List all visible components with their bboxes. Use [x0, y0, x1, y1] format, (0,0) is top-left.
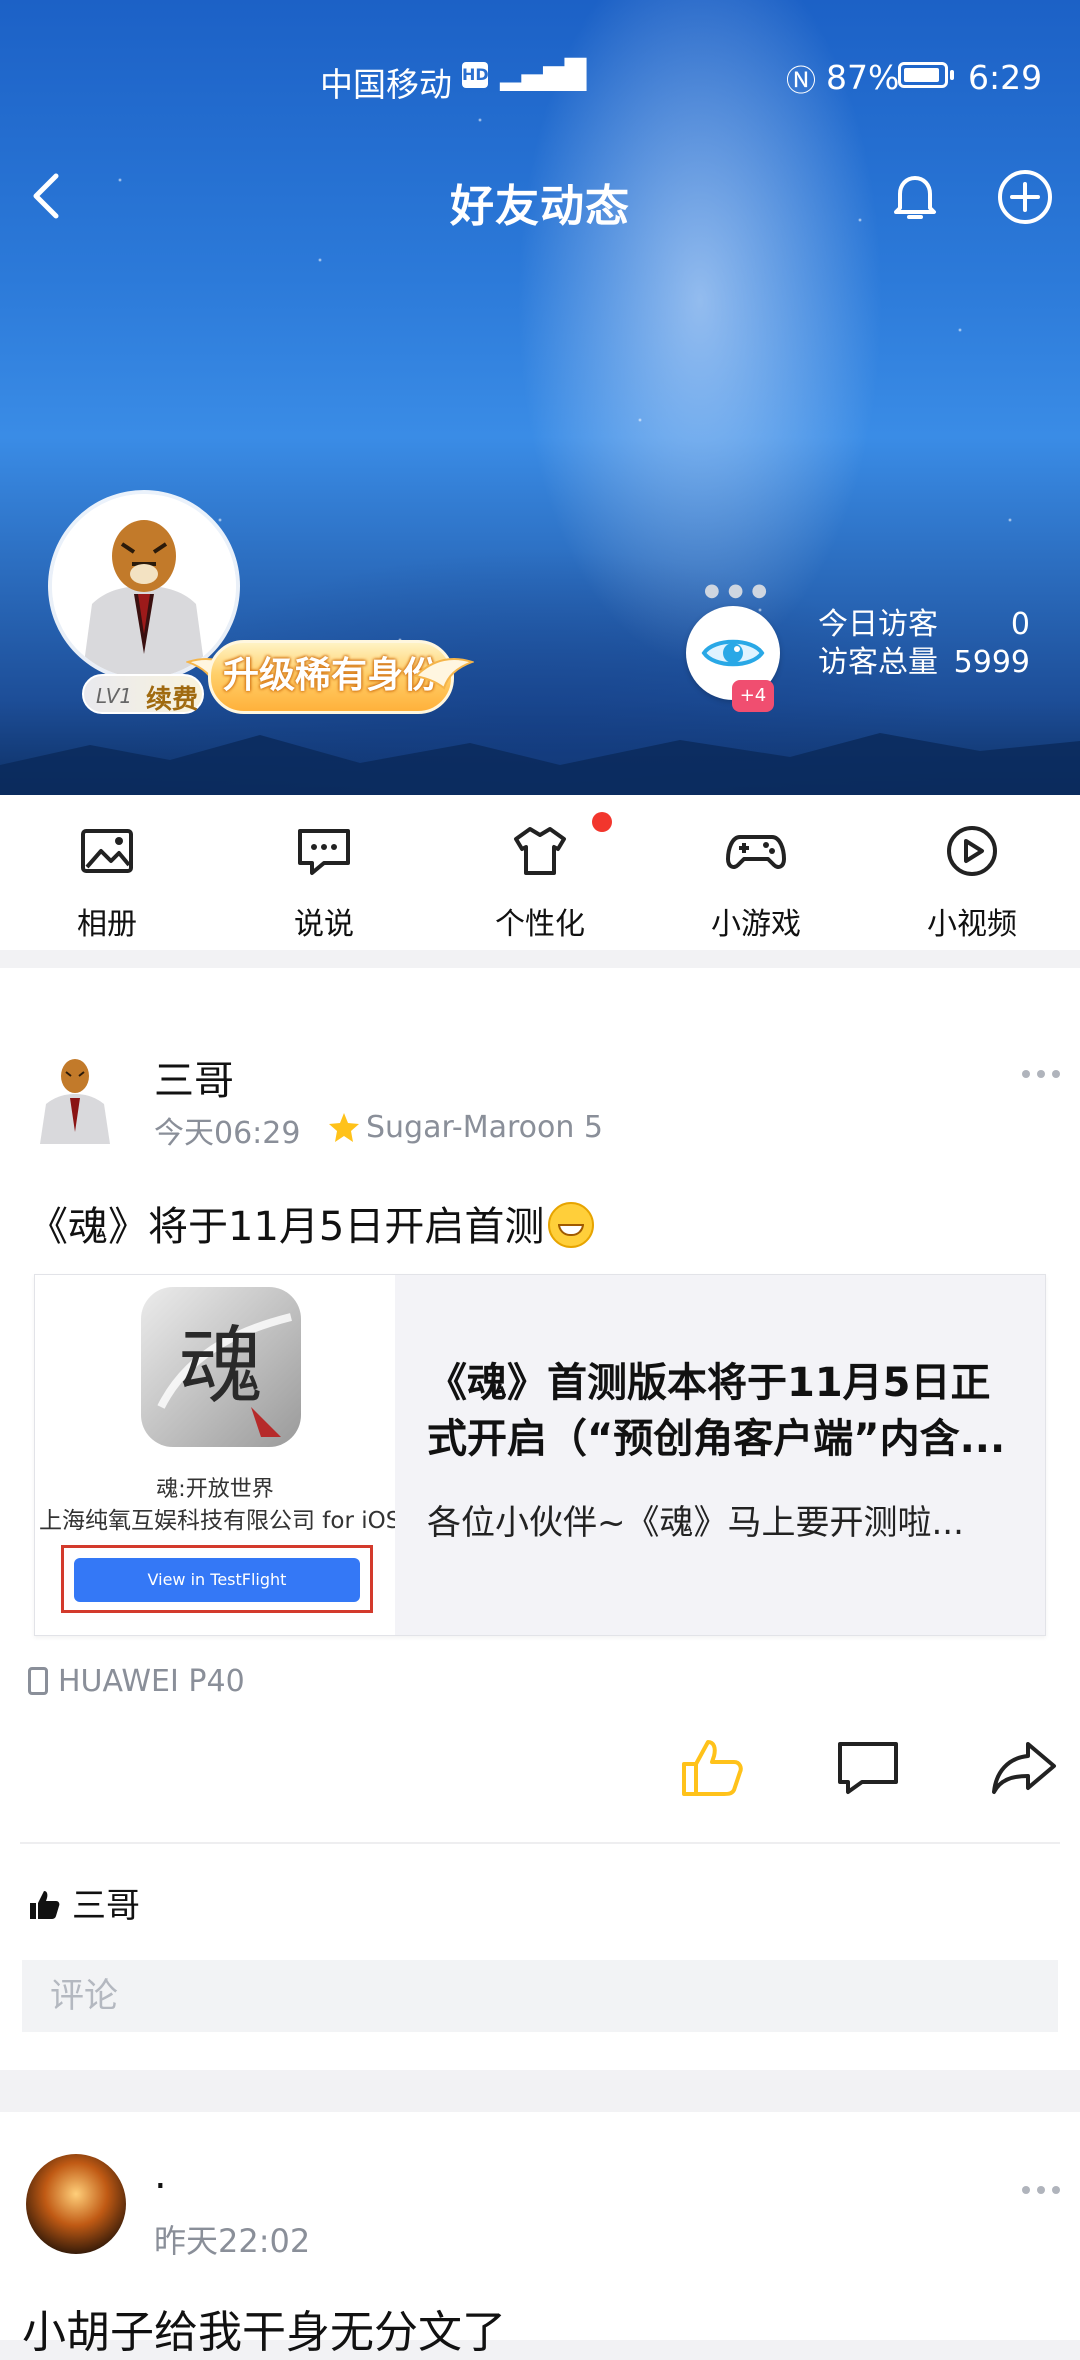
testflight-button[interactable]: View in TestFlight [74, 1558, 360, 1602]
like-icon[interactable] [680, 1736, 744, 1800]
shortcut-personalize-label: 个性化 [495, 907, 585, 942]
visitor-dots: ●●● [704, 580, 776, 601]
top-nav: 好友动态 [0, 150, 1080, 250]
divider [20, 1842, 1060, 1844]
more-options-icon[interactable] [1018, 2180, 1064, 2200]
comment-icon[interactable] [836, 1738, 900, 1798]
add-circle-icon[interactable] [994, 166, 1056, 228]
post-author-avatar[interactable] [34, 1052, 116, 1144]
post-author-name[interactable]: 三哥 [154, 1048, 234, 1106]
status-bar: 中国移动 HD ▂▄▆█ ◠ Ⓝ 87% 6:29 [0, 40, 1080, 120]
phone-icon [28, 1667, 48, 1695]
post-time: 今天06:29 [154, 1116, 301, 1151]
shortcut-talk-label: 说说 [294, 907, 354, 942]
shortcut-minigame[interactable]: 小游戏 [691, 821, 821, 943]
device-info: HUAWEI P40 [28, 1664, 245, 1699]
app-icon: 魂 [141, 1287, 301, 1447]
liked-by-name: 三哥 [72, 1886, 140, 1926]
total-visitors-label: 访客总量 [818, 645, 938, 680]
shortcut-bar: 相册 说说 个性化 小游戏 小视频 [0, 795, 1080, 950]
thumbs-up-icon [30, 1891, 60, 1919]
device-name: HUAWEI P40 [58, 1664, 245, 1699]
post-author-name[interactable]: . [154, 2152, 167, 2198]
carrier-name: 中国移动 [320, 65, 452, 104]
today-visitors-value: 0 [1010, 607, 1030, 642]
wifi-icon: ◠ [562, 56, 589, 91]
total-visitors-value: 5999 [953, 645, 1030, 680]
post-time: 昨天22:02 [154, 2222, 311, 2260]
talk-icon [298, 829, 350, 875]
battery-percent: 87% [826, 58, 900, 97]
shortcut-video[interactable]: 小视频 [907, 821, 1037, 943]
shortcut-personalize[interactable]: 个性化 [475, 821, 605, 943]
share-icon[interactable] [990, 1738, 1058, 1798]
post-author-avatar[interactable] [26, 2154, 126, 2254]
tiger-suit-avatar-image [40, 1059, 110, 1144]
right-wing-icon [414, 657, 474, 690]
app-icon-glyph: 魂 [179, 1317, 263, 1415]
post-music[interactable]: Sugar-Maroon 5 [366, 1110, 603, 1145]
app-name: 魂:开放世界 [156, 1477, 274, 1502]
visitor-stats[interactable]: 今日访客 0 访客总量 5999 [818, 606, 1030, 682]
post-text: 小胡子给我干身无分文了 [22, 2307, 506, 2358]
card-title: 《魂》首测版本将于11月5日正式开启（“预创角客户端”内含... [427, 1360, 1006, 1462]
liked-by-row[interactable]: 三哥 [28, 1878, 140, 1927]
nfc-icon: Ⓝ [786, 64, 816, 99]
shortcut-talk[interactable]: 说说 [259, 821, 389, 943]
today-visitors-label: 今日访客 [818, 607, 938, 642]
hd-icon: HD [462, 62, 489, 88]
shared-link-card[interactable]: 魂 魂:开放世界 上海纯氧互娱科技有限公司 for iOS View in Te… [34, 1274, 1046, 1636]
shortcut-album-label: 相册 [77, 907, 137, 942]
battery-icon [898, 62, 948, 88]
feed-post: . 昨天22:02 小胡子给我干身无分文了 [0, 2112, 1080, 2358]
level-text: LV1 [96, 684, 133, 708]
post-text: 《魂》将于11月5日开启首测 [28, 1194, 595, 1252]
shortcut-minigame-label: 小游戏 [711, 907, 801, 942]
card-thumbnail: 魂 魂:开放世界 上海纯氧互娱科技有限公司 for iOS View in Te… [35, 1275, 395, 1635]
post-text-content: 《魂》将于11月5日开启首测 [28, 1204, 545, 1250]
more-options-icon[interactable] [1018, 1064, 1064, 1084]
video-icon [947, 826, 997, 876]
gamepad-icon [726, 835, 786, 869]
bell-icon[interactable] [884, 166, 946, 228]
shortcut-album[interactable]: 相册 [42, 821, 172, 943]
music-star-icon [329, 1113, 359, 1142]
comment-input[interactable] [22, 1960, 1058, 2032]
tshirt-icon [514, 827, 566, 875]
shortcut-video-label: 小视频 [927, 907, 1017, 942]
album-icon [81, 829, 133, 873]
grin-emoji-icon [548, 1202, 595, 1248]
clock: 6:29 [968, 58, 1043, 97]
feed-post: 三哥 今天06:29 Sugar-Maroon 5 《魂》将于11月5日开启首测… [0, 968, 1080, 2070]
visitor-new-badge: +4 [732, 680, 774, 712]
card-description: 各位小伙伴~《魂》马上要开测啦... [427, 1503, 964, 1543]
app-company: 上海纯氧互娱科技有限公司 for iOS [39, 1508, 395, 1534]
highlight-box: View in TestFlight [61, 1545, 373, 1613]
new-dot-badge [592, 812, 612, 832]
